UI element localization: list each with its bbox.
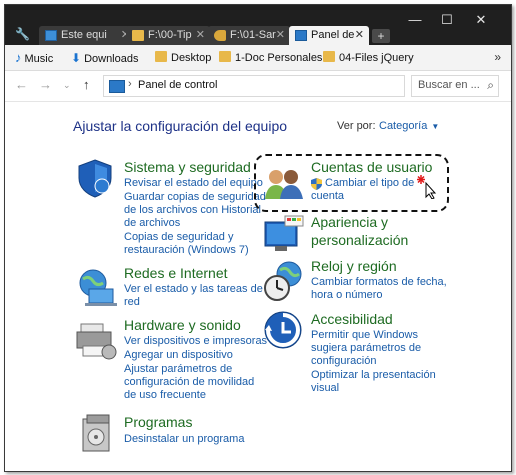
link-desinstalar-programa[interactable]: Desinstalar un programa <box>124 433 244 446</box>
bookmarks-bar: ♪ Music ⬇ Downloads Desktop 1-Doc Personal… <box>5 45 511 71</box>
link-cambiar-formatos[interactable]: Cambiar formatos de fecha, <box>311 276 447 289</box>
view-by-dropdown[interactable]: Categoría ▼ <box>379 120 439 132</box>
link-ver-dispositivos[interactable]: Ver dispositivos e impresoras <box>124 335 267 348</box>
link-cambiar-tipo-cuenta-2[interactable]: cuenta <box>311 190 344 203</box>
link-ver-estado-red[interactable]: Ver el estado y las tareas de <box>124 283 263 296</box>
address-field[interactable]: › Panel de control <box>103 75 405 97</box>
search-input[interactable]: Buscar en ... ⌕ <box>411 75 499 97</box>
tab-label: Este equi <box>61 29 107 41</box>
bookmark-music[interactable]: ♪ Music <box>15 50 53 66</box>
link-revisar-estado[interactable]: Revisar el estado del equipo <box>124 177 263 190</box>
key-icon <box>214 30 226 41</box>
cursor-pointer-icon <box>417 175 437 199</box>
overflow-icon[interactable]: » <box>494 50 501 64</box>
category-accesibilidad[interactable]: Accesibilidad <box>311 311 393 327</box>
category-cuentas-de-usuario[interactable]: Cuentas de usuario <box>311 159 432 175</box>
link-cambiar-formatos-2[interactable]: hora o número <box>311 289 383 302</box>
close-icon[interactable]: ✕ <box>196 26 205 45</box>
link-permitir-windows[interactable]: Permitir que Windows <box>311 329 418 342</box>
link-permitir-windows-3[interactable]: configuración <box>311 355 376 368</box>
folder-icon <box>323 51 335 62</box>
bookmark-label: Downloads <box>84 53 139 65</box>
recent-dropdown-icon[interactable]: ⌄ <box>63 80 71 91</box>
chevron-right-icon: › <box>128 78 132 90</box>
tab-label: Panel de <box>311 29 355 41</box>
link-optimizar-presentacion-2[interactable]: visual <box>311 382 339 395</box>
bookmark-doc-personales[interactable]: 1-Doc Personales <box>219 50 322 66</box>
link-copias-seguridad-2[interactable]: restauración (Windows 7) <box>124 244 249 257</box>
address-path: Panel de control <box>138 79 218 91</box>
clock-globe-icon[interactable] <box>263 260 305 302</box>
link-permitir-windows-2[interactable]: sugiera parámetros de <box>311 342 421 355</box>
tab-00-tip[interactable]: F:\00-Tip ✕ <box>126 26 210 45</box>
programs-icon[interactable] <box>79 413 117 453</box>
monitor-icon <box>45 30 57 41</box>
link-ajustar-movilidad[interactable]: Ajustar parámetros de <box>124 363 232 376</box>
title-bar: 🔧 Este equi ✕ F:\00-Tip ✕ F:\01-Sar ✕ Pa… <box>5 5 511 45</box>
address-bar: ← → ⌄ ↑ › Panel de control Buscar en ...… <box>5 71 511 102</box>
globe-network-icon[interactable] <box>75 267 117 307</box>
accessibility-icon[interactable] <box>263 310 303 350</box>
link-cambiar-tipo-cuenta[interactable]: Cambiar el tipo de <box>325 177 414 190</box>
category-reloj-y-region[interactable]: Reloj y región <box>311 258 397 274</box>
users-icon[interactable] <box>263 165 305 201</box>
appearance-icon[interactable] <box>263 214 305 254</box>
link-ver-estado-red-2[interactable]: red <box>124 296 140 309</box>
bookmark-downloads[interactable]: ⬇ Downloads <box>71 50 138 66</box>
search-icon[interactable]: ⌕ <box>487 78 494 93</box>
folder-icon <box>155 51 167 62</box>
chevron-down-icon: ▼ <box>431 122 440 131</box>
category-personalizacion[interactable]: personalización <box>311 232 408 248</box>
link-ajustar-movilidad-3[interactable]: de uso frecuente <box>124 389 206 402</box>
view-by-value: Categoría <box>379 120 428 132</box>
new-tab-button[interactable]: + <box>372 29 390 43</box>
printer-icon[interactable] <box>75 320 119 362</box>
uac-shield-icon <box>311 178 322 190</box>
link-copias-seguridad[interactable]: Copias de seguridad y <box>124 231 233 244</box>
category-sistema-y-seguridad[interactable]: Sistema y seguridad <box>124 159 251 175</box>
forward-arrow-icon[interactable]: → <box>39 77 52 92</box>
tab-label: F:\00-Tip <box>148 29 192 41</box>
maximize-button[interactable]: ☐ <box>437 13 457 27</box>
tab-panel-de-control[interactable]: Panel de ✕ <box>289 26 369 45</box>
bookmark-label: Desktop <box>171 52 212 64</box>
link-guardar-copias[interactable]: Guardar copias de seguridad <box>124 191 266 204</box>
folder-icon <box>132 30 144 41</box>
back-arrow-icon[interactable]: ← <box>15 77 28 92</box>
search-placeholder: Buscar en ... <box>418 79 480 91</box>
category-programas[interactable]: Programas <box>124 414 192 430</box>
tab-label: F:\01-Sar <box>230 29 276 41</box>
link-ajustar-movilidad-2[interactable]: configuración de movilidad <box>124 376 254 389</box>
view-by-label: Ver por: <box>337 120 376 132</box>
close-icon[interactable]: ✕ <box>276 26 285 45</box>
close-window-button[interactable]: ✕ <box>471 13 491 27</box>
music-icon: ♪ <box>15 50 22 65</box>
download-icon: ⬇ <box>71 51 82 65</box>
link-guardar-copias-3[interactable]: de archivos <box>124 217 180 230</box>
control-panel-icon <box>295 30 307 41</box>
shield-icon[interactable] <box>75 158 115 198</box>
link-agregar-dispositivo[interactable]: Agregar un dispositivo <box>124 349 233 362</box>
bookmark-files-jquery[interactable]: 04-Files jQuery <box>323 50 414 66</box>
minimize-button[interactable]: — <box>405 13 425 27</box>
window: 🔧 Este equi ✕ F:\00-Tip ✕ F:\01-Sar ✕ Pa… <box>4 4 512 472</box>
bookmark-label: Music <box>24 53 54 65</box>
link-guardar-copias-2[interactable]: de los archivos con Historial <box>124 204 261 217</box>
control-panel-icon <box>109 80 125 93</box>
folder-icon <box>219 51 231 62</box>
wrench-icon[interactable]: 🔧 <box>15 27 30 41</box>
tab-01-sar[interactable]: F:\01-Sar ✕ <box>208 26 290 45</box>
link-optimizar-presentacion[interactable]: Optimizar la presentación <box>311 369 436 382</box>
bookmark-label: 1-Doc Personales <box>235 52 323 64</box>
page-title: Ajustar la configuración del equipo <box>73 118 288 134</box>
bookmark-desktop[interactable]: Desktop <box>155 50 211 66</box>
up-arrow-icon[interactable]: ↑ <box>83 77 90 92</box>
category-hardware-y-sonido[interactable]: Hardware y sonido <box>124 317 241 333</box>
category-apariencia[interactable]: Apariencia y <box>311 214 388 230</box>
category-redes-e-internet[interactable]: Redes e Internet <box>124 265 228 281</box>
tab-este-equipo[interactable]: Este equi ✕ <box>39 26 135 45</box>
close-icon[interactable]: ✕ <box>355 26 364 45</box>
bookmark-label: 04-Files jQuery <box>339 52 414 64</box>
